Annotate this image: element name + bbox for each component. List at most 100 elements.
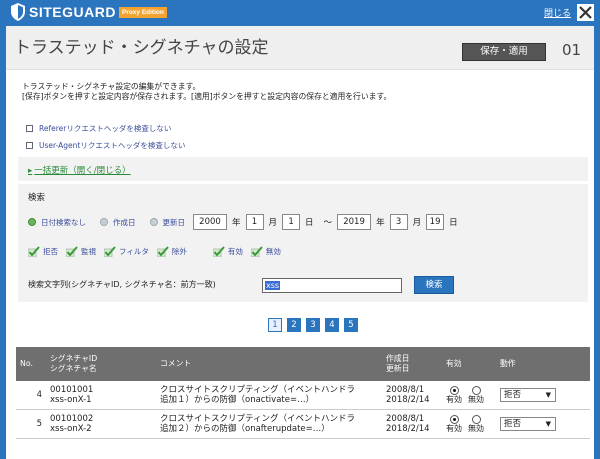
to-day-input[interactable]: 19	[426, 214, 445, 230]
description: トラステッド・シグネチャ設定の編集ができます。 [保存]ボタンを押すと設定内容が…	[22, 82, 391, 102]
flag-filter[interactable]: フィルタ	[104, 246, 149, 257]
row-no: 4	[16, 381, 46, 410]
flag-enabled[interactable]: 有効	[212, 246, 243, 257]
col-sig-name: シグネチャ名	[50, 364, 97, 373]
check-icon	[104, 246, 116, 257]
edition-badge: Proxy Edition	[118, 6, 167, 18]
col-created: 作成日	[386, 354, 410, 363]
page-3-button[interactable]: 3	[306, 318, 320, 332]
row-sig-name: xss-onX-1	[50, 395, 92, 405]
keyword-label: 検索文字列(シグネチャID, シグネチャ名：前方一致)	[28, 280, 216, 289]
radio-selected-icon	[449, 414, 459, 424]
row-created: 2008/8/1	[386, 385, 425, 395]
page-2-button[interactable]: 2	[287, 318, 301, 332]
flag-monitor[interactable]: 監視	[66, 246, 96, 257]
range-tilde: ～	[323, 218, 333, 228]
close-button[interactable]	[577, 4, 594, 21]
flag-enabled-label: 有効	[227, 247, 243, 256]
row-no: 5	[16, 409, 46, 439]
col-dates: 作成日 更新日	[382, 347, 442, 381]
row-sig-name: xss-onX-2	[50, 424, 92, 434]
row-signature: 00101001 xss-onX-1	[46, 381, 156, 410]
user-agent-checkbox[interactable]	[26, 142, 33, 149]
col-comment: コメント	[156, 347, 382, 381]
row-sig-id: 00101002	[50, 414, 94, 424]
unit-year: 年	[232, 218, 241, 228]
flag-monitor-label: 監視	[81, 247, 96, 256]
row-dates: 2008/8/1 2018/2/14	[382, 381, 442, 410]
top-bar: SITEGUARD Proxy Edition 閉じる	[0, 0, 600, 26]
table-row: 5 00101002 xss-onX-2 クロスサイトスクリプティング（イベント…	[16, 409, 590, 439]
bulk-update-label: 一括更新（開く/閉じる）	[34, 166, 131, 176]
action-select[interactable]: 拒否 ▼	[500, 417, 556, 431]
enabled-radio-label: 有効	[446, 423, 462, 433]
close-icon	[579, 6, 592, 19]
from-month-input[interactable]: 1	[245, 214, 264, 230]
radio-updated[interactable]	[149, 218, 158, 226]
row-updated: 2018/2/14	[386, 395, 430, 405]
to-year-input[interactable]: 2019	[337, 214, 372, 230]
radio-selected-icon	[449, 385, 459, 395]
check-icon	[156, 246, 169, 257]
row-action: 拒否 ▼	[496, 381, 590, 410]
radio-empty-icon	[471, 385, 481, 395]
flag-deny[interactable]: 拒否	[28, 246, 58, 257]
col-signature: シグネチャID シグネチャ名	[46, 347, 156, 381]
flag-disabled[interactable]: 無効	[250, 246, 281, 257]
close-link[interactable]: 閉じる	[544, 6, 571, 19]
action-flag-row: 拒否 監視 フィルタ 除外 有効 無効	[28, 246, 289, 257]
bulk-update-toggle[interactable]: ▸ 一括更新（開く/閉じる）	[28, 164, 131, 176]
referer-label: Refererリクエストヘッダを検査しない	[39, 124, 172, 133]
user-agent-label: User-Agentリクエストヘッダを検査しない	[39, 141, 186, 150]
radio-created-label: 作成日	[113, 217, 136, 227]
search-button[interactable]: 検索	[414, 276, 454, 294]
row-enabled: 有効 無効	[442, 381, 496, 410]
pagination: 1 2 3 4 5	[268, 318, 363, 332]
referer-option[interactable]: Refererリクエストヘッダを検査しない	[26, 123, 171, 134]
row-action: 拒否 ▼	[496, 409, 590, 439]
description-line-2: [保存]ボタンを押すと設定内容が保存されます。[適用]ボタンを押すと設定内容の保…	[22, 92, 392, 101]
page-4-button[interactable]: 4	[325, 318, 339, 332]
row-dates: 2008/8/1 2018/2/14	[382, 409, 442, 439]
keyword-value: xss	[265, 281, 281, 290]
row-updated: 2018/2/14	[386, 424, 430, 434]
description-line-1: トラステッド・シグネチャ設定の編集ができます。	[22, 82, 201, 91]
unit-year: 年	[376, 218, 385, 228]
unit-month: 月	[412, 218, 422, 228]
page-title: トラステッド・シグネチャの設定	[14, 38, 269, 58]
search-section: 検索 日付検索なし 作成日 更新日 2000 年 1 月 1 日 ～ 2019 …	[18, 184, 588, 302]
flag-filter-label: フィルタ	[119, 247, 149, 256]
search-title: 検索	[28, 193, 46, 203]
radio-no-date[interactable]	[28, 218, 36, 226]
check-icon	[212, 246, 225, 257]
keyword-input[interactable]: xss	[262, 278, 402, 293]
radio-empty-icon	[471, 414, 481, 424]
disabled-radio-label: 無効	[468, 423, 484, 433]
col-enabled: 有効	[442, 347, 496, 381]
disabled-radio[interactable]: 無効	[468, 414, 484, 434]
step-number: 01	[562, 41, 582, 59]
to-month-input[interactable]: 3	[389, 214, 408, 230]
action-select[interactable]: 拒否 ▼	[500, 388, 556, 402]
save-apply-button[interactable]: 保存・適用	[462, 43, 546, 61]
unit-month: 月	[268, 218, 278, 228]
triangle-icon: ▸	[28, 166, 33, 176]
enabled-radio[interactable]: 有効	[446, 414, 462, 434]
radio-created[interactable]	[100, 218, 108, 226]
brand-name: SITEGUARD	[29, 4, 116, 20]
flag-disabled-label: 無効	[265, 247, 281, 256]
page-5-button[interactable]: 5	[344, 318, 358, 332]
row-sig-id: 00101001	[50, 385, 94, 395]
chevron-down-icon: ▼	[545, 391, 551, 399]
shield-icon	[11, 3, 25, 21]
from-day-input[interactable]: 1	[282, 214, 301, 230]
from-year-input[interactable]: 2000	[193, 214, 227, 230]
page-1-button[interactable]: 1	[268, 318, 282, 332]
referer-checkbox[interactable]	[26, 125, 33, 132]
disabled-radio[interactable]: 無効	[468, 385, 484, 405]
action-select-value: 拒否	[504, 390, 522, 400]
flag-exclude[interactable]: 除外	[156, 246, 187, 257]
enabled-radio[interactable]: 有効	[446, 385, 462, 405]
flag-deny-label: 拒否	[43, 247, 58, 256]
user-agent-option[interactable]: User-Agentリクエストヘッダを検査しない	[26, 140, 185, 151]
